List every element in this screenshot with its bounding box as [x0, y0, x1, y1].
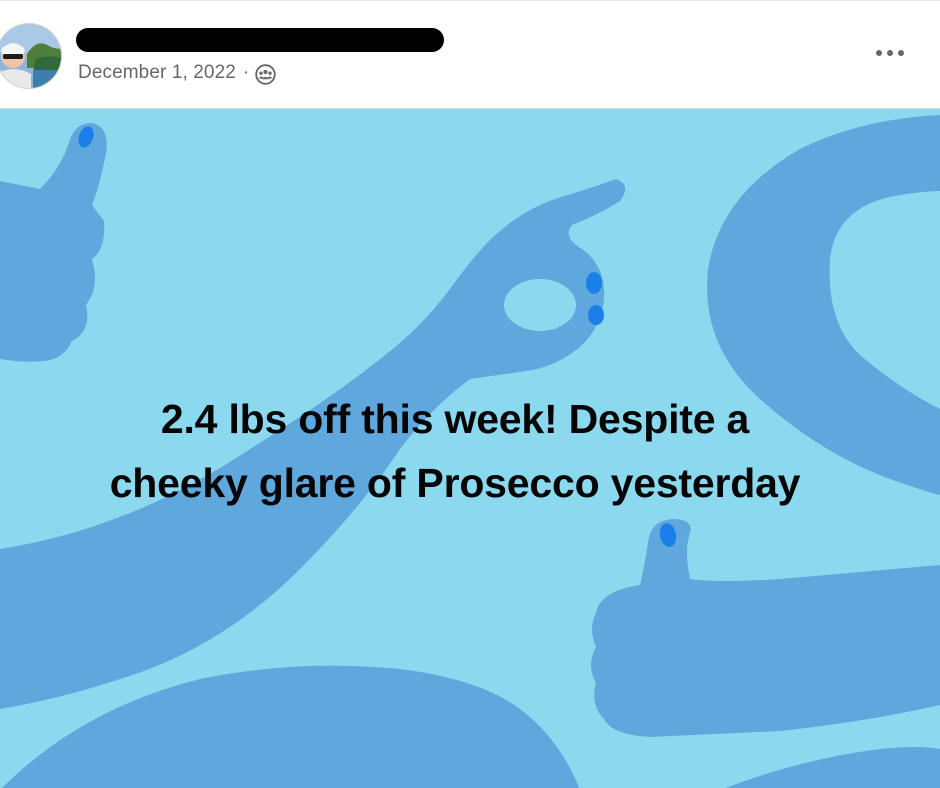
post-meta: December 1, 2022 ·	[78, 61, 277, 85]
avatar-photo	[0, 24, 61, 88]
post-text: 2.4 lbs off this week! Despite a cheeky …	[0, 387, 910, 515]
more-options-button[interactable]	[874, 39, 906, 67]
text-post-background: 2.4 lbs off this week! Despite a cheeky …	[0, 108, 940, 788]
avatar[interactable]	[0, 23, 62, 89]
meta-separator: ·	[242, 62, 250, 83]
post-text-line-1: 2.4 lbs off this week! Despite a	[160, 396, 750, 442]
author-name-redacted[interactable]	[76, 28, 444, 52]
more-options-icon	[876, 50, 904, 56]
post-date[interactable]: December 1, 2022	[78, 62, 236, 84]
post-text-line-2: cheeky glare of Prosecco yesterday	[109, 460, 801, 506]
post-header: December 1, 2022 ·	[0, 1, 940, 108]
facebook-post: December 1, 2022 · 2.4 lbs off this week…	[0, 0, 940, 788]
friends-icon[interactable]	[255, 63, 277, 85]
